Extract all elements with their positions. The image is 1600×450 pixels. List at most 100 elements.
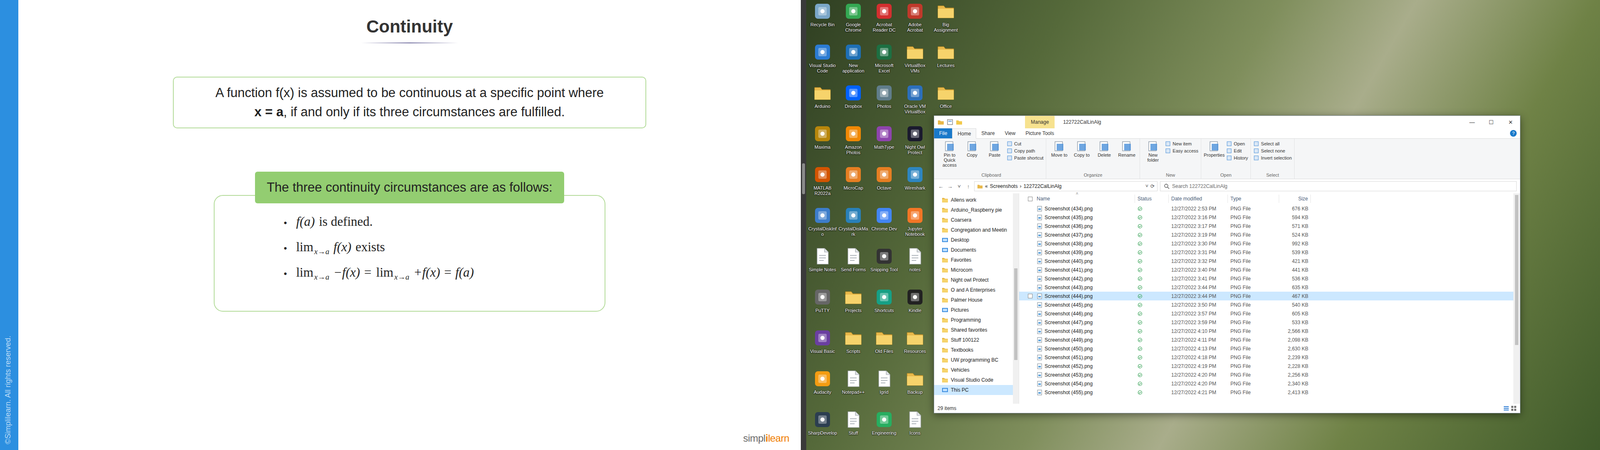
refresh-button[interactable]: ⟳	[1150, 183, 1155, 190]
file-list-scrollbar[interactable]	[1513, 193, 1520, 404]
desktop-icon-label[interactable]: Octave	[869, 185, 900, 191]
desktop-icon-label[interactable]: Old Files	[869, 348, 900, 355]
ribbon-small-button[interactable]: History	[1226, 155, 1248, 161]
ribbon-button-icon[interactable]	[943, 140, 956, 153]
application-icon[interactable]	[843, 83, 863, 103]
application-icon[interactable]	[874, 287, 894, 307]
application-icon[interactable]	[843, 205, 863, 225]
navigation-item[interactable]: Night owl Protect	[934, 275, 1013, 285]
folder-icon[interactable]	[936, 83, 956, 103]
ribbon-tab[interactable]: View	[999, 128, 1021, 139]
desktop-icon-label[interactable]: Acrobat Reader DC	[869, 22, 900, 33]
ribbon-tab[interactable]: Home	[952, 128, 977, 139]
desktop-icon-label[interactable]: CrystalDiskMark	[838, 226, 869, 238]
desktop-icon[interactable]: VirtualBox VMs	[899, 40, 931, 82]
desktop-icon[interactable]: Photos	[868, 81, 900, 123]
application-icon[interactable]	[812, 328, 833, 348]
desktop-icon-label[interactable]: Backup	[900, 389, 930, 395]
navigation-button[interactable]: ←	[937, 183, 945, 190]
desktop-icon-label[interactable]: Night Owl Protect	[900, 144, 930, 156]
ribbon-button[interactable]: Rename	[1116, 140, 1138, 158]
file-icon[interactable]	[874, 369, 894, 389]
ribbon-small-icon[interactable]	[1165, 147, 1171, 154]
desktop-icon[interactable]: Projects	[837, 285, 869, 327]
desktop-icon[interactable]: Stuff	[837, 408, 869, 450]
ribbon-tab[interactable]: Picture Tools	[1020, 128, 1059, 139]
desktop-icon-label[interactable]: Resources	[900, 348, 930, 355]
application-icon[interactable]	[905, 165, 925, 185]
desktop-icon[interactable]: Acrobat Reader DC	[868, 0, 900, 41]
file-icon[interactable]	[843, 369, 863, 389]
application-icon[interactable]	[874, 83, 894, 103]
desktop-icon-label[interactable]: VirtualBox VMs	[900, 62, 930, 74]
ribbon-button[interactable]: Copy to	[1071, 140, 1093, 158]
ribbon-small-icon[interactable]	[1165, 140, 1171, 147]
desktop-icon[interactable]: Kindle	[899, 285, 931, 327]
ribbon-button[interactable]: Properties	[1203, 140, 1225, 158]
desktop-icon[interactable]: Shortcuts	[868, 285, 900, 327]
column-header[interactable]: Size	[1279, 194, 1311, 203]
row-checkbox[interactable]	[1027, 293, 1033, 299]
application-icon[interactable]	[874, 1, 894, 21]
properties-icon[interactable]	[946, 118, 954, 126]
ribbon-small-icon[interactable]	[1253, 155, 1260, 161]
desktop-icon[interactable]: MathType	[868, 122, 900, 164]
desktop-icon[interactable]: Backup	[899, 367, 931, 409]
application-icon[interactable]	[874, 410, 894, 430]
desktop-icon[interactable]: Octave	[868, 163, 900, 205]
desktop-icon-label[interactable]: Scripts	[838, 348, 869, 355]
desktop-icon-label[interactable]: Stuff	[838, 430, 869, 436]
navigation-item[interactable]: Stuff 100122	[934, 335, 1013, 345]
navigation-item[interactable]: Programming	[934, 315, 1013, 325]
ribbon-small-button[interactable]: Cut	[1006, 140, 1044, 147]
desktop-icon-label[interactable]: Google Chrome	[838, 22, 869, 33]
navigation-item[interactable]: Pictures	[934, 305, 1013, 315]
desktop-icon[interactable]: Microsoft Excel	[868, 40, 900, 82]
address-bar[interactable]: «Screenshots›122722CalLinAlg˅⟳	[974, 181, 1158, 192]
desktop-icon[interactable]: Notepad++	[837, 367, 869, 409]
address-segment[interactable]: «	[985, 183, 988, 190]
desktop-icon-label[interactable]: Microsoft Excel	[869, 62, 900, 74]
desktop-icon[interactable]: Icons	[899, 408, 931, 450]
address-segment[interactable]: ›	[1019, 183, 1022, 190]
help-button[interactable]: ?	[1510, 130, 1517, 137]
navigation-item[interactable]: UW programming BC	[934, 355, 1013, 365]
desktop-icon-label[interactable]: Maxima	[807, 144, 838, 150]
ribbon-button-icon[interactable]	[1146, 140, 1160, 153]
application-icon[interactable]	[812, 369, 833, 389]
ribbon-button[interactable]: Pin to Quick access	[939, 140, 960, 168]
desktop-icon-label[interactable]: Office	[930, 103, 961, 110]
desktop-icon[interactable]: Wireshark	[899, 163, 931, 205]
folder-icon[interactable]	[905, 328, 925, 348]
desktop-icon[interactable]: Night Owl Protect	[899, 122, 931, 164]
ribbon-button[interactable]: Move to	[1048, 140, 1070, 158]
window-control-button[interactable]: ✕	[1500, 119, 1520, 126]
navigation-item[interactable]: Shared favorites	[934, 325, 1013, 335]
ribbon-button-icon[interactable]	[1097, 140, 1111, 153]
desktop-icon[interactable]: Resources	[899, 326, 931, 368]
file-row[interactable]: Screenshot (450).png12/27/2022 4:13 PMPN…	[1019, 344, 1514, 353]
ribbon-small-button[interactable]: Paste shortcut	[1006, 155, 1044, 161]
application-icon[interactable]	[812, 1, 833, 21]
desktop-icon-label[interactable]: Big Assignment	[930, 22, 961, 33]
column-header[interactable]: Status	[1135, 194, 1169, 203]
file-row[interactable]: Screenshot (434).png12/27/2022 2:53 PMPN…	[1019, 204, 1514, 213]
desktop-icon[interactable]: Scripts	[837, 326, 869, 368]
desktop-icon-label[interactable]: Wireshark	[900, 185, 930, 191]
file-icon[interactable]	[905, 410, 925, 430]
divider-thumb[interactable]	[802, 163, 805, 195]
desktop-icon-label[interactable]: Engineering	[869, 430, 900, 436]
file-icon[interactable]	[843, 246, 863, 266]
application-icon[interactable]	[812, 124, 833, 144]
desktop-icon-label[interactable]: notes	[900, 267, 930, 273]
desktop-icon[interactable]: notes	[899, 245, 931, 286]
application-icon[interactable]	[812, 287, 833, 307]
desktop-icon[interactable]: Recycle Bin	[807, 0, 838, 41]
details-view-icon[interactable]	[1503, 405, 1510, 412]
navigation-button[interactable]: ↑	[965, 183, 972, 190]
application-icon[interactable]	[905, 287, 925, 307]
application-icon[interactable]	[812, 42, 833, 62]
file-row[interactable]: Screenshot (437).png12/27/2022 3:19 PMPN…	[1019, 230, 1514, 240]
file-row[interactable]: Screenshot (453).png12/27/2022 4:20 PMPN…	[1019, 370, 1514, 380]
desktop-icon[interactable]: MicroCap	[837, 163, 869, 205]
